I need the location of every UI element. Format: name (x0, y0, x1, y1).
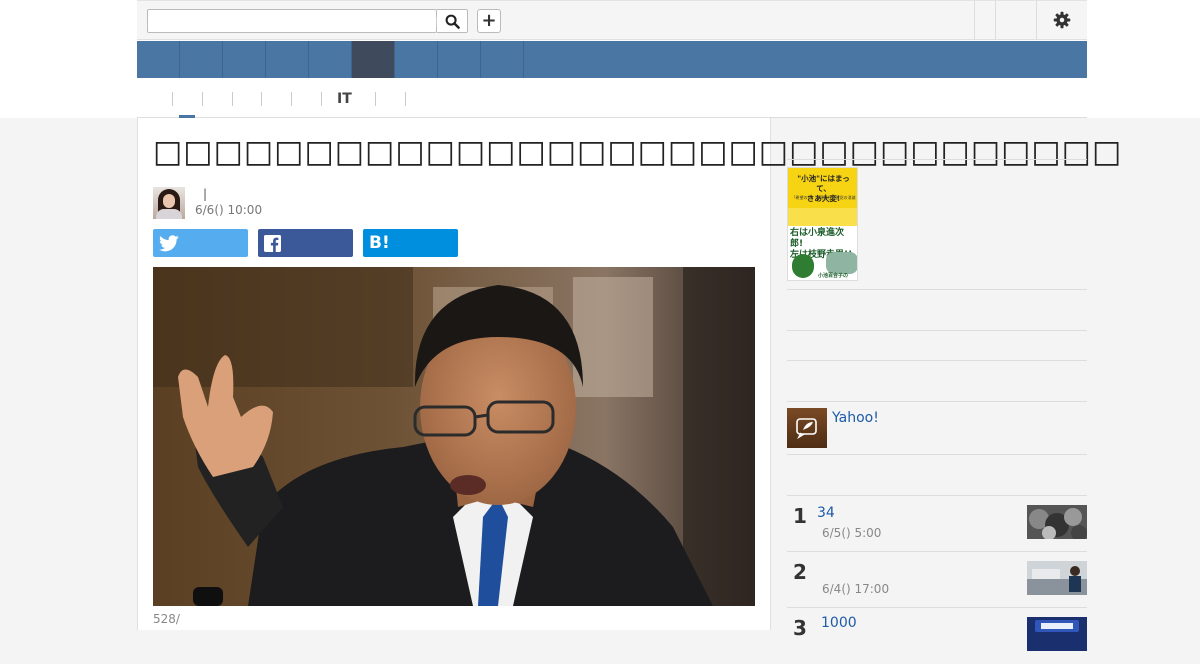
yahoo-news-icon[interactable] (787, 408, 827, 448)
nav-tab[interactable] (180, 41, 223, 78)
ranking-number: 2 (793, 560, 807, 584)
sub-nav: IT (137, 78, 1087, 118)
hatena-bookmark-button[interactable]: B! (363, 229, 458, 257)
hatena-icon: B! (369, 233, 390, 253)
subnav-divider (375, 92, 376, 106)
subnav-divider (321, 92, 322, 106)
nav-tab[interactable] (223, 41, 266, 78)
main-nav (137, 41, 1087, 78)
facebook-icon (264, 234, 281, 252)
subnav-divider (172, 92, 173, 106)
facebook-share-button[interactable] (258, 229, 353, 257)
sidebar-divider (787, 454, 1087, 455)
yahoo-link[interactable]: Yahoo! (832, 410, 879, 426)
subnav-item[interactable] (239, 91, 255, 107)
add-button[interactable]: + (477, 9, 501, 33)
ranking-item[interactable]: 2 6/4() 17:00 (787, 552, 1087, 608)
ranking-title[interactable]: 1000 (821, 615, 857, 631)
ranking-date: 6/4() 17:00 (822, 582, 890, 596)
article-date: 6/6() 10:00 (195, 203, 263, 217)
plus-icon: + (481, 10, 497, 31)
ranking-item[interactable]: 3 1000 (787, 608, 1087, 664)
sidebar-divider (787, 360, 1087, 361)
ranking-thumbnail[interactable] (1027, 617, 1087, 651)
nav-tab[interactable] (137, 41, 180, 78)
topbar-divider (995, 1, 996, 40)
author-avatar[interactable] (153, 187, 185, 219)
article-photo-image (153, 267, 755, 606)
twitter-icon (159, 234, 179, 251)
search-button[interactable] (436, 9, 468, 33)
author-name[interactable]: | (203, 187, 207, 201)
top-bar: + (137, 0, 1087, 40)
nav-tab[interactable] (266, 41, 309, 78)
feather-icon (796, 418, 817, 440)
topbar-divider (1036, 1, 1037, 40)
nav-tab[interactable] (438, 41, 481, 78)
book-cover[interactable]: "小池"にはまって、 さあ大変! 「希望の党」の凋落と民進党の消滅 右は小泉進次… (787, 167, 858, 281)
book-subtitle: 「希望の党」の凋落と民進党の消滅 (791, 195, 856, 200)
twitter-share-button[interactable] (153, 229, 248, 257)
ranking-thumbnail[interactable] (1027, 561, 1087, 595)
subnav-item[interactable] (268, 91, 284, 107)
search-input[interactable] (147, 9, 437, 33)
subnav-divider (405, 92, 406, 106)
subnav-item[interactable] (179, 91, 195, 107)
sidebar-divider (787, 330, 1087, 331)
sidebar-divider (787, 289, 1087, 290)
nav-tab-active[interactable] (352, 41, 395, 78)
ranking-date: 6/5() 5:00 (822, 526, 882, 540)
subnav-divider (291, 92, 292, 106)
sidebar: "小池"にはまって、 さあ大変! 「希望の党」の凋落と民進党の消滅 右は小泉進次… (787, 118, 1087, 651)
ranking-number: 1 (793, 504, 807, 528)
nav-tab[interactable] (309, 41, 352, 78)
nav-tab[interactable] (481, 41, 524, 78)
ranking-title[interactable]: 34 (817, 505, 835, 521)
ranking-item[interactable]: 1 34 6/5() 5:00 (787, 496, 1087, 552)
topbar-divider (974, 1, 975, 40)
subnav-item[interactable] (209, 91, 225, 107)
sidebar-divider (787, 159, 1087, 160)
subnav-item[interactable] (298, 91, 314, 107)
subnav-divider (202, 92, 203, 106)
article-photo (153, 267, 755, 606)
nav-tab[interactable] (395, 41, 438, 78)
sidebar-divider (787, 401, 1087, 402)
article-title: □□□□□□□□□□□□□□□□□□□□□□□□□□□□□□□□ (153, 134, 1123, 170)
search-icon (445, 14, 460, 29)
ranking-thumbnail[interactable] (1027, 505, 1087, 539)
photo-caption: 528/ (153, 612, 180, 626)
ranking-number: 3 (793, 616, 807, 640)
subnav-item-it[interactable]: IT (337, 91, 352, 107)
subnav-divider (232, 92, 233, 106)
subnav-divider (261, 92, 262, 106)
gear-icon[interactable] (1053, 11, 1071, 29)
subnav-item[interactable] (383, 91, 399, 107)
article: □□□□□□□□□□□□□□□□□□□□□□□□□□□□□□□□ | 6/6()… (137, 118, 1123, 630)
